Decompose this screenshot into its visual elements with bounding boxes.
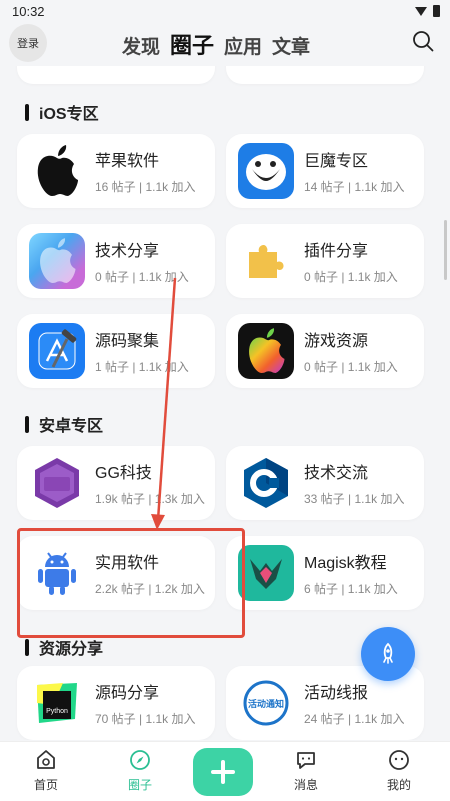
circle-name: 苹果软件	[95, 153, 160, 170]
top-bar: 登录 发现 圈子 应用 文章	[0, 22, 450, 66]
nav-home-label: 首页	[33, 778, 58, 792]
circle-stats: 6 帖子 | 1.1k 加入	[304, 582, 398, 596]
tab-apps[interactable]: 应用	[224, 32, 262, 59]
tab-articles[interactable]: 文章	[272, 32, 310, 59]
circle-name: 插件分享	[304, 243, 369, 260]
plus-icon	[211, 760, 235, 784]
circle-stats: 0 帖子 | 1.1k 加入	[304, 360, 398, 374]
circle-stats: 14 帖子 | 1.1k 加入	[304, 180, 405, 194]
circle-card[interactable]: 技术交流 33 帖子 | 1.1k 加入	[226, 446, 424, 520]
nav-profile[interactable]: 我的	[369, 748, 429, 793]
smiley-face-icon	[389, 750, 409, 770]
circle-stats: 33 帖子 | 1.1k 加入	[304, 492, 405, 506]
circle-stats: 1.9k 帖子 | 1.3k 加入	[95, 492, 205, 506]
annotation-highlight-box	[17, 528, 245, 638]
circle-card[interactable]: 技术分享 0 帖子 | 1.1k 加入	[17, 224, 215, 298]
circle-name: 活动线报	[304, 685, 369, 702]
trollface-icon	[238, 143, 294, 199]
magisk-icon	[238, 545, 294, 601]
circle-card[interactable]: Python 源码分享 70 帖子 | 1.1k 加入	[17, 666, 215, 740]
gg-hw-icon	[29, 455, 85, 511]
section-title-ios: iOS专区	[25, 100, 99, 124]
xcode-hammer-icon	[29, 323, 85, 379]
bottom-nav: 首页 圈子 消息 我的	[0, 741, 450, 801]
circle-name: 游戏资源	[304, 333, 369, 350]
nav-profile-label: 我的	[386, 778, 411, 792]
tab-discover[interactable]: 发现	[122, 32, 160, 59]
circle-card[interactable]: GG科技 1.9k 帖子 | 1.3k 加入	[17, 446, 215, 520]
nav-circle-label: 圈子	[127, 778, 152, 792]
nav-circle[interactable]: 圈子	[110, 748, 170, 793]
circle-stats: 1 帖子 | 1.1k 加入	[95, 360, 189, 374]
home-icon	[37, 750, 55, 769]
tab-circle[interactable]: 圈子	[170, 28, 214, 60]
add-post-button[interactable]	[193, 748, 253, 796]
circle-stats: 70 帖子 | 1.1k 加入	[95, 712, 196, 726]
circle-card[interactable]: 苹果软件 16 帖子 | 1.1k 加入	[17, 134, 215, 208]
search-icon[interactable]	[412, 30, 434, 52]
rocket-icon	[383, 642, 393, 664]
puzzle-piece-icon	[238, 233, 294, 289]
activity-badge-label: 活动通知	[248, 698, 284, 710]
nav-home[interactable]: 首页	[16, 748, 76, 793]
circle-name: Magisk教程	[304, 555, 387, 572]
python-ide-icon: Python	[29, 675, 85, 731]
circle-name: 源码分享	[95, 685, 160, 702]
python-label: Python	[46, 708, 68, 715]
status-time: 10:32	[12, 3, 45, 19]
nav-messages-label: 消息	[293, 778, 318, 792]
status-icons	[415, 5, 440, 17]
wifi-icon	[415, 6, 427, 16]
circle-stats: 16 帖子 | 1.1k 加入	[95, 180, 196, 194]
nav-messages[interactable]: 消息	[276, 748, 336, 793]
circle-card[interactable]: 巨魔专区 14 帖子 | 1.1k 加入	[226, 134, 424, 208]
scrollbar[interactable]	[444, 220, 447, 280]
circle-card[interactable]: 源码聚集 1 帖子 | 1.1k 加入	[17, 314, 215, 388]
activity-notice-icon: 活动通知	[238, 675, 294, 731]
circle-name: GG科技	[95, 465, 152, 482]
circle-card[interactable]: 插件分享 0 帖子 | 1.1k 加入	[226, 224, 424, 298]
circle-stats: 0 帖子 | 1.1k 加入	[95, 270, 189, 284]
apple-gradient-icon	[29, 233, 85, 289]
circle-card[interactable]: 游戏资源 0 帖子 | 1.1k 加入	[226, 314, 424, 388]
battery-icon	[433, 5, 440, 17]
compass-icon	[130, 750, 150, 770]
circle-stats: 0 帖子 | 1.1k 加入	[304, 270, 398, 284]
status-bar: 10:32	[0, 0, 450, 22]
login-button[interactable]: 登录	[9, 24, 47, 62]
top-tabs: 发现 圈子 应用 文章	[122, 28, 310, 60]
message-bubble-icon	[297, 752, 315, 769]
circle-name: 巨魔专区	[304, 153, 369, 170]
circle-name: 技术分享	[95, 243, 160, 260]
colorful-apple-icon	[238, 323, 294, 379]
floating-rocket-button[interactable]	[361, 627, 415, 681]
circle-name: 技术交流	[304, 465, 369, 482]
circle-stats: 24 帖子 | 1.1k 加入	[304, 712, 405, 726]
apple-logo-icon	[29, 143, 85, 199]
section-title-android: 安卓专区	[25, 412, 103, 436]
circle-name: 源码聚集	[95, 333, 160, 350]
section-title-resources: 资源分享	[25, 635, 103, 659]
circle-card[interactable]: Magisk教程 6 帖子 | 1.1k 加入	[226, 536, 424, 610]
cpp-icon	[238, 455, 294, 511]
